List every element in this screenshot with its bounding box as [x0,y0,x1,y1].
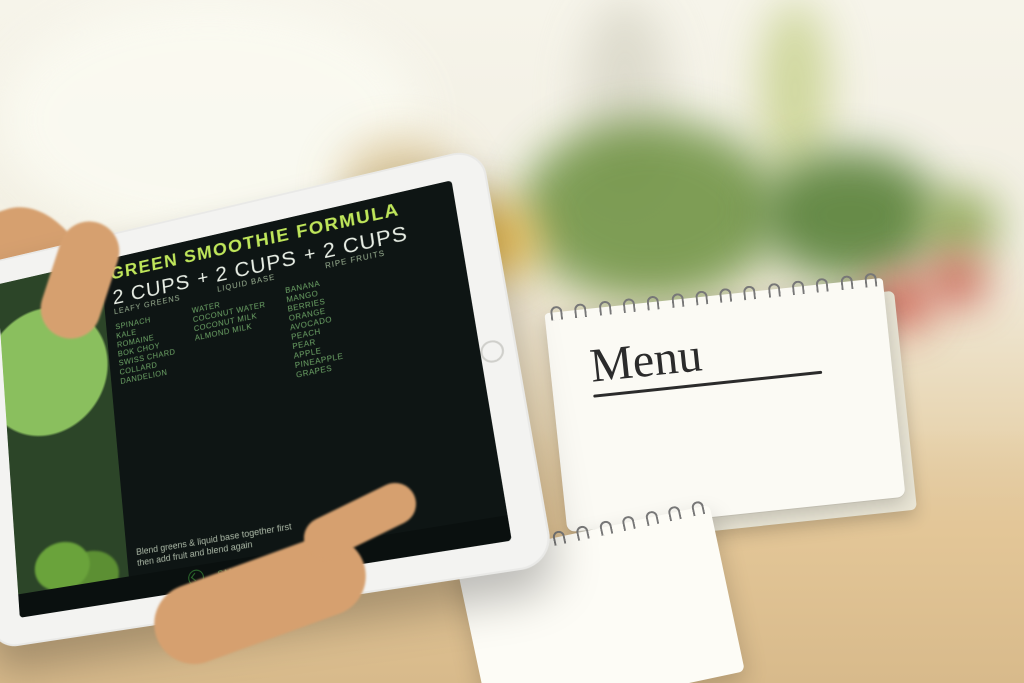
kitchen-scene: Menu GREEN SMOOTHIE FORMULA [0,0,1024,683]
plus-icon: + [303,242,317,267]
tablet-home-button[interactable] [479,338,506,364]
liquids-column: WATERCOCONUT WATERCOCONUT MILKALMOND MIL… [191,291,275,398]
recipe-content: GREEN SMOOTHIE FORMULA 2 CUPS LEAFY GREE… [110,190,496,573]
greens-blur-1 [520,120,780,300]
greens-blur-2 [760,150,940,280]
fruits-column: BANANAMANGOBERRIESORANGEAVOCADOPEACHPEAR… [285,277,345,380]
greens-column: SPINACHKALEROMAINEBOK CHOYSWISS CHARDCOL… [115,311,181,413]
tomato-blur-2 [930,255,985,305]
notebook-page: Menu [544,278,905,532]
plus-icon: + [196,266,209,291]
menu-title: Menu [587,327,704,393]
greens-blur-3 [920,190,1000,260]
menu-notebook: Menu [544,278,905,532]
